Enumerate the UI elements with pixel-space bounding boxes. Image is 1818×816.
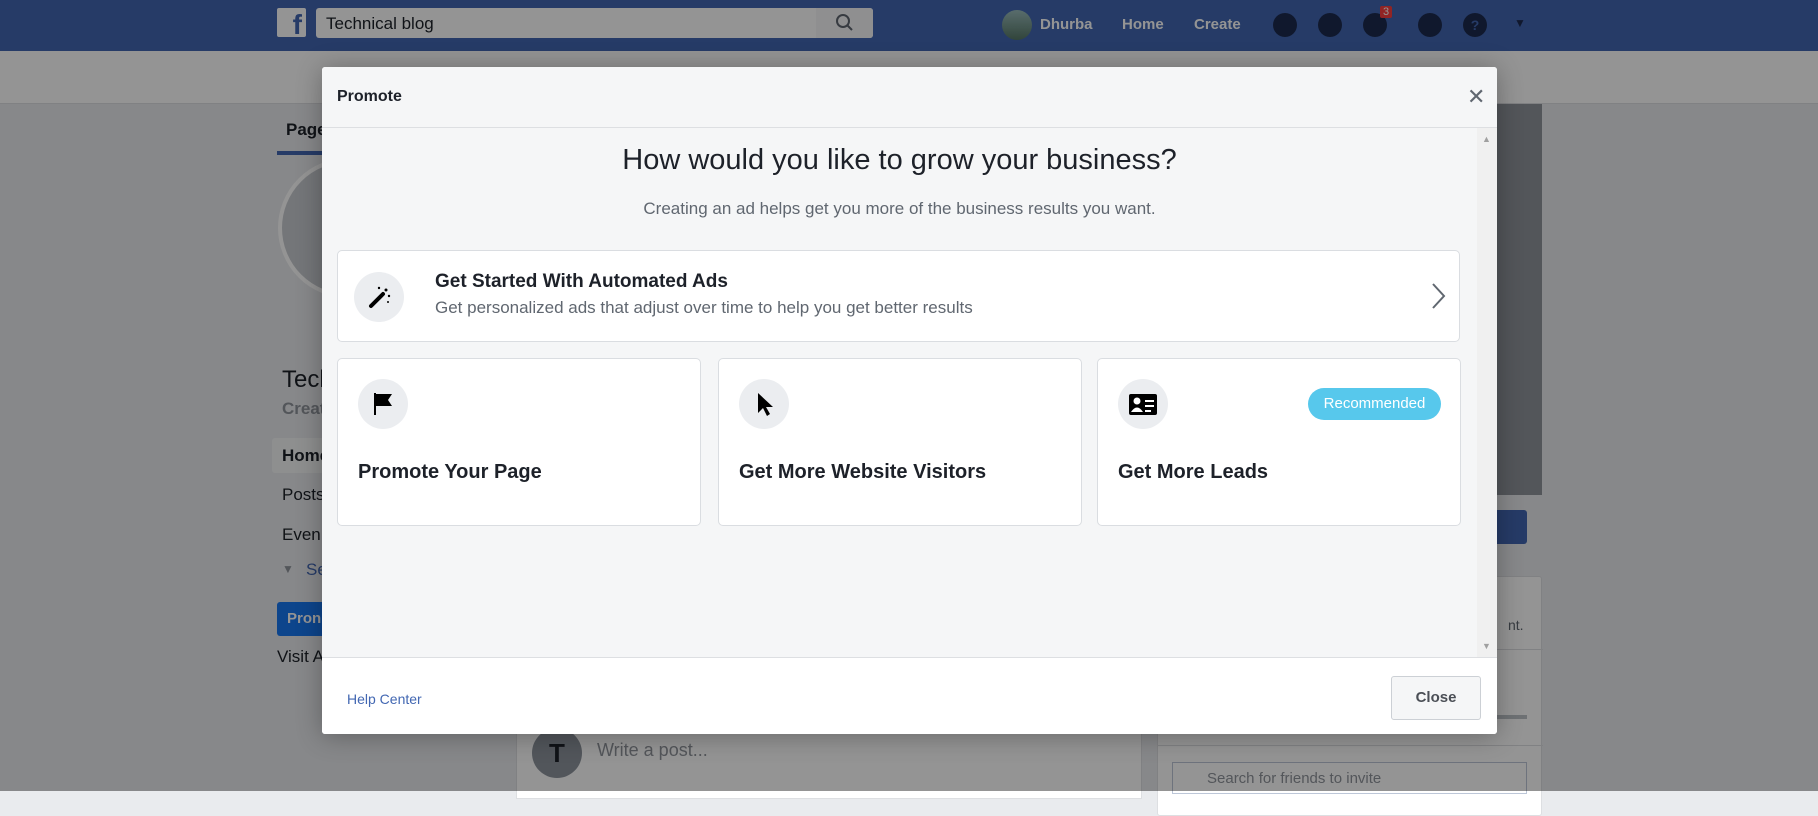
automated-ads-card[interactable]: Get Started With Automated Ads Get perso…: [337, 250, 1460, 342]
automated-ads-subtitle: Get personalized ads that adjust over ti…: [435, 298, 973, 317]
dialog-subheading: Creating an ad helps get you more of the…: [643, 199, 1156, 218]
scroll-up-icon[interactable]: ▲: [1482, 134, 1491, 144]
dialog-title: Promote: [337, 88, 402, 105]
automated-ads-title: Get Started With Automated Ads: [435, 271, 728, 292]
close-icon[interactable]: ✕: [1467, 84, 1485, 110]
dialog-footer: Help Center Close: [322, 657, 1497, 734]
dialog-heading: How would you like to grow your business…: [622, 144, 1177, 176]
card-title: Get More Website Visitors: [739, 461, 987, 483]
card-title: Get More Leads: [1118, 461, 1269, 483]
card-title: Promote Your Page: [358, 461, 542, 483]
contact-card-icon: [1118, 379, 1168, 429]
flag-icon: [358, 379, 408, 429]
more-leads-card[interactable]: Recommended Get More Leads: [1097, 358, 1461, 526]
cursor-icon: [739, 379, 789, 429]
website-visitors-card[interactable]: Get More Website Visitors: [718, 358, 1082, 526]
promote-dialog: Promote ✕ ▲ ▼ How would you like to grow…: [322, 67, 1497, 734]
recommended-badge: Recommended: [1308, 388, 1441, 420]
promote-page-card[interactable]: Promote Your Page: [337, 358, 701, 526]
scrollbar[interactable]: [1477, 128, 1497, 657]
close-button[interactable]: Close: [1391, 676, 1481, 720]
scroll-down-icon[interactable]: ▼: [1482, 641, 1491, 651]
chevron-right-icon: [1432, 283, 1446, 309]
dialog-header: Promote ✕: [322, 67, 1497, 128]
help-center-link[interactable]: Help Center: [347, 691, 422, 707]
magic-wand-icon: [354, 272, 404, 322]
